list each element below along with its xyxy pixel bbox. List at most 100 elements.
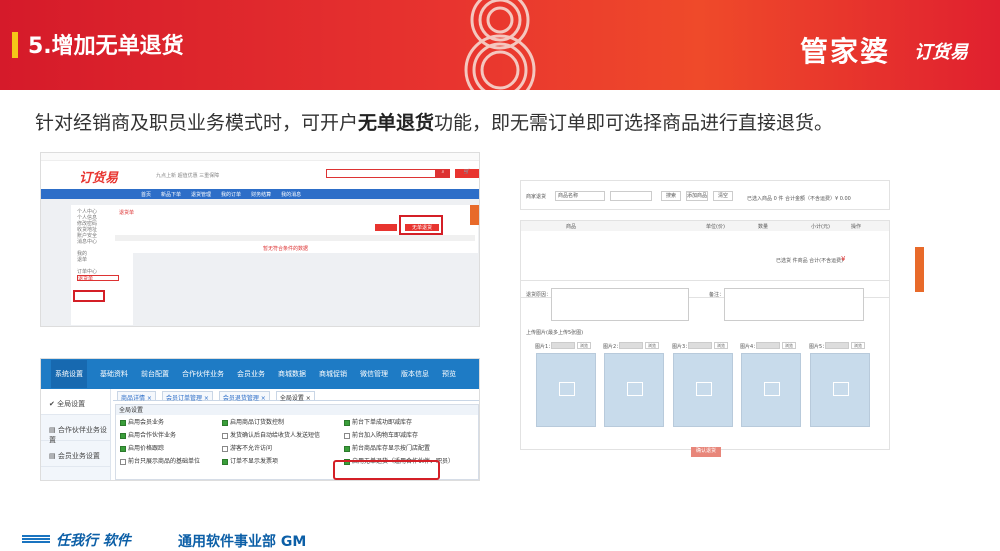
slide-subtitle: 针对经销商及职员业务模式时，可开户无单退货功能，即无需订单即可选择商品进行直接退… (35, 108, 833, 135)
add-goods-button[interactable]: 添加商品 (686, 191, 708, 201)
browse-button[interactable]: 浏览 (851, 342, 865, 349)
number-eight-decoration (464, 0, 536, 90)
back-to-top-tab[interactable] (470, 205, 479, 225)
admin-tab[interactable]: 会员退货管理 × (218, 391, 270, 402)
floating-side-tab[interactable] (915, 247, 924, 292)
filter-button[interactable] (375, 224, 397, 231)
admin-nav-item[interactable]: 预览 (442, 369, 456, 379)
checkbox-empty-icon[interactable] (222, 432, 228, 439)
left-menu-label: 会员业务设置 (57, 452, 100, 460)
admin-nav-item[interactable]: 合作伙伴业务 (182, 369, 224, 379)
checkbox-checked-icon[interactable] (344, 445, 350, 452)
left-menu-item[interactable]: ▤ 合作伙伴业务设置 (41, 415, 110, 444)
column-header: 数量 (758, 224, 769, 230)
store-nav-item[interactable]: 新品下单 (161, 191, 181, 198)
setting-option[interactable]: 游客不允许访问 (222, 443, 272, 452)
admin-nav-item[interactable]: 前台配置 (141, 369, 169, 379)
subtitle-text-post: 功能，即无需订单即可选择商品进行直接退货。 (434, 112, 834, 134)
setting-option[interactable]: 前台只展示商品的基础单位 (120, 456, 200, 465)
browse-button[interactable]: 浏览 (714, 342, 728, 349)
browse-button[interactable]: 浏览 (645, 342, 659, 349)
admin-nav-item[interactable]: 商城数据 (278, 369, 306, 379)
store-header: 订货易 九点上新 超值优惠 三重保障 ⌕ 🛒 (41, 161, 479, 189)
sidebar-item-returns[interactable]: 退货单 (77, 275, 119, 282)
setting-option[interactable]: 启用会员业务 (120, 417, 164, 426)
setting-option[interactable]: 前台下单成功即减库存 (344, 417, 412, 426)
checkbox-empty-icon[interactable] (120, 458, 126, 465)
setting-option[interactable]: 启用商品订货数控制 (222, 417, 284, 426)
store-nav-item[interactable]: 首页 (141, 191, 151, 198)
admin-nav-item[interactable]: 基础资料 (100, 369, 128, 379)
slide-title: 5.增加无单退货 (28, 34, 184, 59)
admin-tab-active[interactable]: 全局设置 × (275, 391, 315, 402)
image-path-field[interactable] (756, 342, 780, 349)
image-path-field[interactable] (619, 342, 643, 349)
image-path-field[interactable] (688, 342, 712, 349)
admin-nav-item[interactable]: 微信管理 (360, 369, 388, 379)
store-nav-item[interactable]: 财务结算 (251, 191, 271, 198)
admin-tab[interactable]: 会员订单管理 × (161, 391, 213, 402)
store-search-input[interactable] (326, 169, 436, 178)
cart-button[interactable]: 🛒 (455, 169, 479, 178)
browse-button[interactable]: 浏览 (782, 342, 796, 349)
image-placeholder-icon[interactable] (604, 353, 664, 427)
setting-option[interactable]: 发货确认后自动给收货人发送短信 (222, 430, 320, 439)
column-header: 小计(元) (811, 224, 830, 230)
setting-label: 启用会员业务 (128, 419, 165, 426)
checkbox-empty-icon[interactable] (344, 432, 350, 439)
screenshot-storefront: 订货易 九点上新 超值优惠 三重保障 ⌕ 🛒 首页 新品下单 退货管理 我的订单… (40, 152, 480, 327)
settings-panel-title: 全局设置 (116, 405, 478, 415)
setting-label: 前台下单成功即减库存 (352, 419, 413, 426)
confirm-return-button[interactable]: 确认退货 (691, 447, 721, 457)
goods-name-input[interactable]: 商品名称 (555, 191, 605, 201)
store-nav-item[interactable]: 我的消息 (281, 191, 301, 198)
goods-table-header: 商品 单位(价) 数量 小计(元) 操作 (521, 221, 889, 231)
store-logo: 订货易 (79, 171, 119, 186)
checkbox-checked-icon[interactable] (120, 432, 126, 439)
brand-logo: 管家婆 (799, 35, 890, 68)
reason-textarea[interactable] (551, 288, 689, 321)
note-textarea[interactable] (724, 288, 864, 321)
highlight-box (399, 215, 443, 235)
image-placeholder-icon[interactable] (536, 353, 596, 427)
setting-option[interactable]: 前台加入购物车即减库存 (344, 430, 418, 439)
checkbox-checked-icon[interactable] (120, 445, 126, 452)
browse-button[interactable]: 浏览 (577, 342, 591, 349)
setting-label: 前台加入购物车即减库存 (352, 432, 419, 439)
remove-icon[interactable]: ¥ (841, 255, 845, 263)
admin-nav-item[interactable]: 版本信息 (401, 369, 429, 379)
left-menu-item[interactable]: ✔ 全局设置 (41, 389, 110, 415)
clear-button[interactable]: 清空 (713, 191, 733, 201)
setting-option[interactable]: 启用价格跟踪 (120, 443, 164, 452)
image-placeholder-icon[interactable] (673, 353, 733, 427)
checkbox-empty-icon[interactable] (222, 445, 228, 452)
setting-option[interactable]: 前台商品库存显示按门店配置 (344, 443, 430, 452)
image-placeholder-icon[interactable] (741, 353, 801, 427)
search-icon[interactable]: ⌕ (436, 169, 450, 178)
selection-summary: 已选入商品 0 件 合计金额（不含运费）¥ 0.00 (747, 196, 851, 202)
admin-tab[interactable]: 商品详情 × (117, 391, 156, 402)
admin-left-menu: ✔ 全局设置 ▤ 合作伙伴业务设置 ▤ 会员业务设置 (41, 389, 111, 480)
setting-label: 游客不允许访问 (230, 445, 273, 452)
image-path-field[interactable] (551, 342, 575, 349)
goods-filter-input[interactable] (610, 191, 652, 201)
setting-label: 订单不显示发票项 (230, 458, 279, 465)
note-label: 备注： (709, 292, 725, 298)
checkbox-checked-icon[interactable] (120, 419, 126, 426)
admin-nav-item[interactable]: 系统设置 (51, 360, 87, 388)
store-nav-item[interactable]: 退货管理 (191, 191, 211, 198)
checkbox-checked-icon[interactable] (344, 419, 350, 426)
store-nav-item[interactable]: 我的订单 (221, 191, 241, 198)
setting-option[interactable]: 订单不显示发票项 (222, 456, 278, 465)
image-placeholder-icon[interactable] (810, 353, 870, 427)
store-slogans: 九点上新 超值优惠 三重保障 (156, 173, 220, 179)
checkbox-checked-icon[interactable] (222, 419, 228, 426)
setting-option[interactable]: 启用合作伙伴业务 (120, 430, 176, 439)
image-path-field[interactable] (825, 342, 849, 349)
checkbox-checked-icon[interactable] (222, 458, 228, 465)
admin-nav-item[interactable]: 商城促销 (319, 369, 347, 379)
admin-nav-item[interactable]: 会员业务 (237, 369, 265, 379)
search-button[interactable]: 搜索 (661, 191, 681, 201)
returns-tab[interactable]: 退货单 (119, 209, 134, 216)
admin-nav: 系统设置 基础资料 前台配置 合作伙伴业务 会员业务 商城数据 商城促销 微信管… (41, 359, 479, 389)
